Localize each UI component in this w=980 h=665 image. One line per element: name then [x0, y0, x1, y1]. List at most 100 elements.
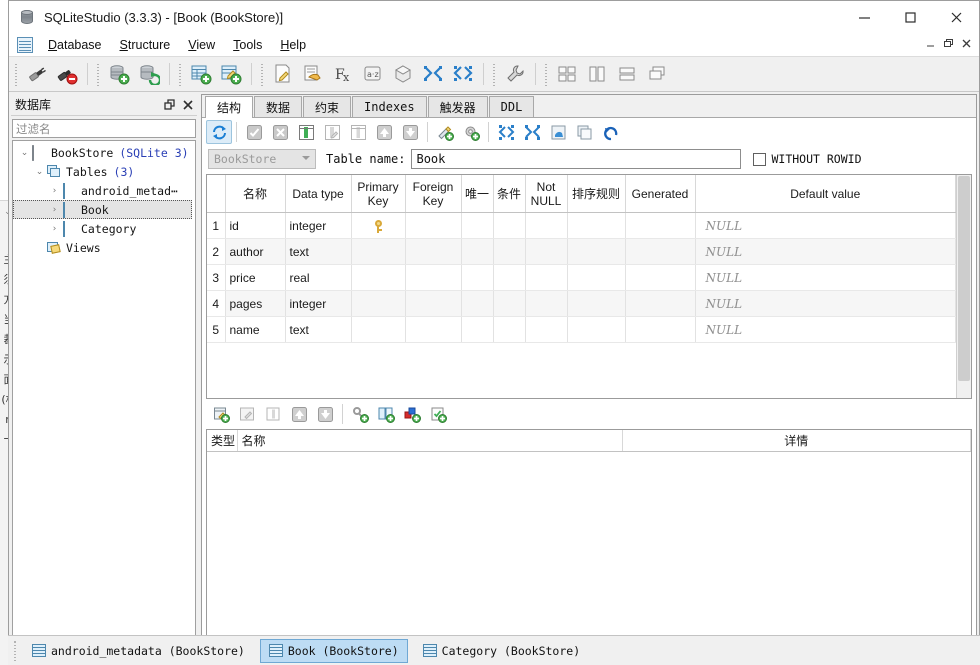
cell-check[interactable] [493, 290, 526, 317]
header-constraint-details[interactable]: 详情 [622, 430, 971, 452]
cell-data-type[interactable]: text [285, 316, 352, 343]
cell-name[interactable]: name [225, 316, 286, 343]
move-constraint-up-icon[interactable] [286, 402, 312, 426]
cell-data-type[interactable]: integer [285, 290, 352, 317]
header-primary-key[interactable]: Primary Key [351, 175, 406, 213]
cell-check[interactable] [493, 264, 526, 291]
tree-twisty-icon[interactable]: ⌄ [17, 148, 32, 158]
toolbar-drag-handle-6[interactable] [543, 62, 550, 86]
tab-constraints[interactable]: 约束 [303, 96, 352, 117]
cell-generated[interactable] [625, 264, 696, 291]
cell-unique[interactable] [461, 212, 494, 239]
cell-name[interactable]: author [225, 238, 286, 265]
delete-column-icon[interactable] [345, 120, 371, 144]
cell-check[interactable] [493, 316, 526, 343]
cell-generated[interactable] [625, 316, 696, 343]
tree-twisty-icon[interactable]: › [47, 205, 62, 215]
constraints-grid[interactable]: 类型 名称 详情 [206, 429, 972, 652]
connect-database-icon[interactable] [22, 60, 52, 88]
cell-name[interactable]: pages [225, 290, 286, 317]
edit-constraint-icon[interactable] [234, 402, 260, 426]
custom-sql-functions-icon[interactable]: F x [328, 60, 358, 88]
cell-default-value[interactable]: NULL [695, 212, 956, 239]
cell-primary-key[interactable] [351, 316, 406, 343]
cell-primary-key[interactable] [351, 238, 406, 265]
move-column-up-icon[interactable] [371, 120, 397, 144]
toolbar-drag-handle-3[interactable] [177, 62, 184, 86]
filter-field[interactable] [12, 119, 196, 138]
tile-vertically-icon[interactable] [582, 60, 612, 88]
cell-data-type[interactable]: integer [285, 212, 352, 239]
cell-not-null[interactable] [525, 316, 568, 343]
import-table-icon[interactable] [519, 120, 545, 144]
cell-primary-key[interactable] [351, 212, 406, 239]
add-foreign-key-icon[interactable] [373, 402, 399, 426]
cell-default-value[interactable]: NULL [695, 264, 956, 291]
header-generated[interactable]: Generated [625, 175, 696, 213]
header-check[interactable]: 条件 [493, 175, 526, 213]
mdi-restore-button[interactable] [940, 35, 957, 52]
refresh-structure-icon[interactable] [206, 120, 232, 144]
taskbar-drag-handle[interactable] [12, 639, 19, 662]
settings-wrench-icon[interactable] [500, 60, 530, 88]
tab-data[interactable]: 数据 [254, 96, 303, 117]
toolbar-drag-handle-1[interactable] [13, 62, 20, 86]
tab-triggers[interactable]: 触发器 [427, 96, 488, 117]
cascade-windows-icon[interactable] [642, 60, 672, 88]
tree-item-tables[interactable]: ⌄ Tables (3) [13, 162, 195, 181]
tree-item-book[interactable]: › Book [13, 200, 192, 219]
cell-generated[interactable] [625, 212, 696, 239]
menu-database[interactable]: DDatabaseatabase [39, 35, 111, 55]
table-name-input[interactable] [411, 149, 742, 169]
database-select[interactable]: BookStore [208, 149, 316, 169]
add-primary-key-icon[interactable] [347, 402, 373, 426]
header-unique[interactable]: 唯一 [461, 175, 494, 213]
create-index-icon[interactable] [432, 120, 458, 144]
cell-generated[interactable] [625, 290, 696, 317]
cell-primary-key[interactable] [351, 264, 406, 291]
checkbox-box[interactable] [753, 152, 767, 166]
row-number[interactable]: 5 [207, 316, 226, 343]
move-constraint-down-icon[interactable] [312, 402, 338, 426]
menu-help[interactable]: Help [271, 35, 315, 55]
header-constraint-type[interactable]: 类型 [207, 430, 238, 452]
tree-item-android-metadata[interactable]: › android_metad⋯ [13, 181, 195, 200]
refresh-database-icon[interactable] [134, 60, 164, 88]
columns-grid[interactable]: 名称 Data type Primary Key Foreign Key 唯一 … [206, 174, 972, 399]
reset-autoincrement-icon[interactable] [597, 120, 623, 144]
cell-data-type[interactable]: text [285, 238, 352, 265]
cell-name[interactable]: id [225, 212, 286, 239]
cell-unique[interactable] [461, 238, 494, 265]
taskbar-item-category[interactable]: Category (BookStore) [414, 639, 589, 663]
move-column-down-icon[interactable] [397, 120, 423, 144]
cell-foreign-key[interactable] [405, 238, 462, 265]
row-number[interactable]: 4 [207, 290, 226, 317]
disconnect-database-icon[interactable] [52, 60, 82, 88]
tree-twisty-icon[interactable]: › [47, 186, 62, 196]
tree-item-category[interactable]: › Category [13, 219, 195, 238]
menu-structure[interactable]: Structure [111, 35, 180, 55]
cell-default-value[interactable]: NULL [695, 316, 956, 343]
commit-structure-icon[interactable] [241, 120, 267, 144]
tab-structure[interactable]: 结构 [205, 96, 254, 118]
cell-foreign-key[interactable] [405, 264, 462, 291]
toolbar-drag-handle-4[interactable] [259, 62, 266, 86]
header-default-value[interactable]: Default value [695, 175, 956, 213]
filter-input[interactable] [13, 120, 195, 137]
cell-foreign-key[interactable] [405, 316, 462, 343]
header-foreign-key[interactable]: Foreign Key [405, 175, 462, 213]
row-number[interactable]: 3 [207, 264, 226, 291]
add-unique-constraint-icon[interactable] [399, 402, 425, 426]
mdi-close-button[interactable] [958, 35, 975, 52]
cell-foreign-key[interactable] [405, 212, 462, 239]
add-check-constraint-icon[interactable] [425, 402, 451, 426]
add-database-icon[interactable] [104, 60, 134, 88]
cell-generated[interactable] [625, 238, 696, 265]
tree-item-views[interactable]: Views [13, 238, 195, 257]
export-table-icon[interactable] [493, 120, 519, 144]
dock-close-button[interactable] [179, 96, 197, 114]
columns-grid-scrollbar[interactable] [956, 175, 971, 398]
export-icon[interactable] [448, 60, 478, 88]
tile-horizontally-icon[interactable] [612, 60, 642, 88]
table-row[interactable]: 1 id integer NULL [207, 212, 956, 239]
